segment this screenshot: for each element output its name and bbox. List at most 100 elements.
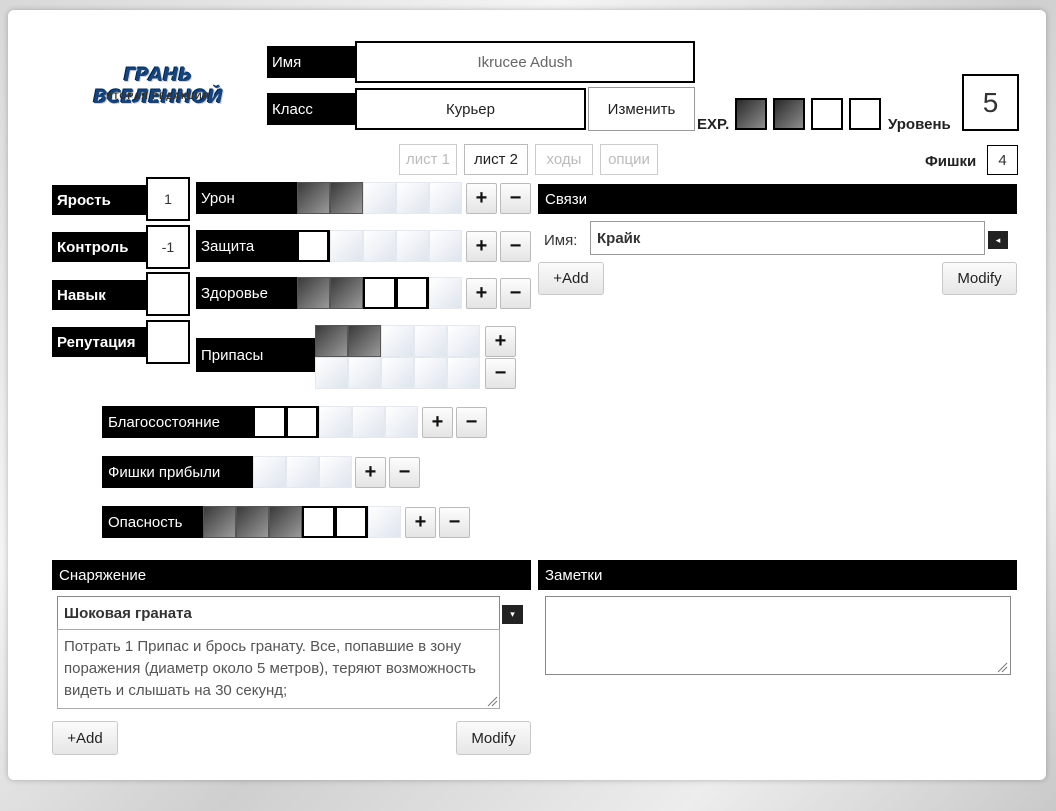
notes-textarea[interactable] [545,596,1011,675]
equipment-dropdown-icon[interactable]: ▾ [502,605,523,624]
track-cell[interactable] [335,506,368,538]
track-cell[interactable] [315,357,348,389]
track-cell[interactable] [429,230,462,262]
track-cell[interactable] [363,182,396,214]
track-cell[interactable] [297,277,330,309]
connection-add-button[interactable]: +Add [538,262,604,295]
track-cell[interactable] [363,230,396,262]
wealth-plus-button[interactable]: + [422,407,453,438]
exp-box[interactable] [773,98,805,130]
supplies-track-row2[interactable] [315,357,480,389]
tab-sheet1[interactable]: лист 1 [399,144,457,175]
track-cell[interactable] [447,325,480,357]
stat-value-fury[interactable]: 1 [146,177,190,221]
supplies-minus-button[interactable]: − [485,358,516,389]
profit-chips-minus-button[interactable]: − [389,457,420,488]
sheet-tabs: лист 1 лист 2 ходы опции [399,144,658,175]
track-cell[interactable] [429,277,462,309]
class-field[interactable]: Курьер [355,88,586,130]
track-cell[interactable] [302,506,335,538]
stat-label-fury: Ярость [52,185,148,215]
track-cell[interactable] [319,456,352,488]
wealth-minus-button[interactable]: − [456,407,487,438]
equipment-add-button[interactable]: +Add [52,721,118,755]
track-cell[interactable] [396,230,429,262]
chips-label: Фишки [925,153,977,170]
track-cell[interactable] [381,357,414,389]
track-cell[interactable] [363,277,396,309]
supplies-track-row1[interactable] [315,325,480,357]
track-cell[interactable] [368,506,401,538]
resize-grip-icon[interactable] [996,661,1008,673]
profit-chips-track[interactable] [253,456,352,488]
profit-chips-plus-button[interactable]: + [355,457,386,488]
supplies-plus-button[interactable]: + [485,326,516,357]
defense-minus-button[interactable]: − [500,231,531,262]
track-cell[interactable] [286,406,319,438]
connection-modify-button[interactable]: Modify [942,262,1017,295]
track-cell[interactable] [315,325,348,357]
danger-track[interactable] [203,506,401,538]
track-cell[interactable] [385,406,418,438]
track-cell[interactable] [297,230,330,262]
equipment-description[interactable]: Потрать 1 Припас и брось гранату. Все, п… [57,629,500,709]
resize-grip-icon[interactable] [486,695,498,707]
track-cell[interactable] [396,182,429,214]
track-cell[interactable] [447,357,480,389]
track-cell[interactable] [330,277,363,309]
wealth-track[interactable] [253,406,418,438]
track-cell[interactable] [330,182,363,214]
defense-track[interactable] [297,230,462,262]
level-field[interactable]: 5 [962,74,1019,131]
track-cell[interactable] [414,357,447,389]
health-track[interactable] [297,277,462,309]
defense-plus-button[interactable]: + [466,231,497,262]
stat-value-control[interactable]: -1 [146,225,190,269]
stat-value-skill[interactable] [146,272,190,316]
logo-title: ГРАНЬ ВСЕЛЕННОЙ [93,64,223,108]
track-cell[interactable] [348,325,381,357]
tab-moves[interactable]: ходы [535,144,593,175]
track-cell[interactable] [414,325,447,357]
connection-dropdown-icon[interactable]: ◂ [988,231,1008,249]
track-cell[interactable] [253,456,286,488]
track-cell[interactable] [297,182,330,214]
chips-field[interactable]: 4 [987,145,1018,175]
damage-track[interactable] [297,182,462,214]
damage-label: Урон [196,182,298,214]
profit-chips-label: Фишки прибыли [102,456,254,488]
exp-box[interactable] [849,98,881,130]
wealth-label: Благосостояние [102,406,254,438]
track-cell[interactable] [352,406,385,438]
track-cell[interactable] [429,182,462,214]
health-plus-button[interactable]: + [466,278,497,309]
damage-minus-button[interactable]: − [500,183,531,214]
track-cell[interactable] [330,230,363,262]
equipment-select[interactable]: Шоковая граната [57,596,500,630]
track-cell[interactable] [348,357,381,389]
tab-sheet2[interactable]: лист 2 [464,144,528,175]
track-cell[interactable] [396,277,429,309]
track-cell[interactable] [236,506,269,538]
logo-subtitle: ВТОРАЯ РЕДАКЦИЯ [105,91,211,101]
track-cell[interactable] [286,456,319,488]
health-minus-button[interactable]: − [500,278,531,309]
damage-plus-button[interactable]: + [466,183,497,214]
supplies-label: Припасы [196,338,316,372]
name-field[interactable]: Ikrucee Adush [355,41,695,83]
tab-options[interactable]: опции [600,144,658,175]
change-class-button[interactable]: Изменить [588,87,695,131]
track-cell[interactable] [269,506,302,538]
level-label: Уровень [888,116,951,133]
danger-plus-button[interactable]: + [405,507,436,538]
equipment-modify-button[interactable]: Modify [456,721,531,755]
exp-box[interactable] [811,98,843,130]
track-cell[interactable] [253,406,286,438]
track-cell[interactable] [203,506,236,538]
stat-value-reputation[interactable] [146,320,190,364]
track-cell[interactable] [319,406,352,438]
track-cell[interactable] [381,325,414,357]
danger-minus-button[interactable]: − [439,507,470,538]
exp-box[interactable] [735,98,767,130]
connection-name-select[interactable]: Крайк [590,221,985,255]
